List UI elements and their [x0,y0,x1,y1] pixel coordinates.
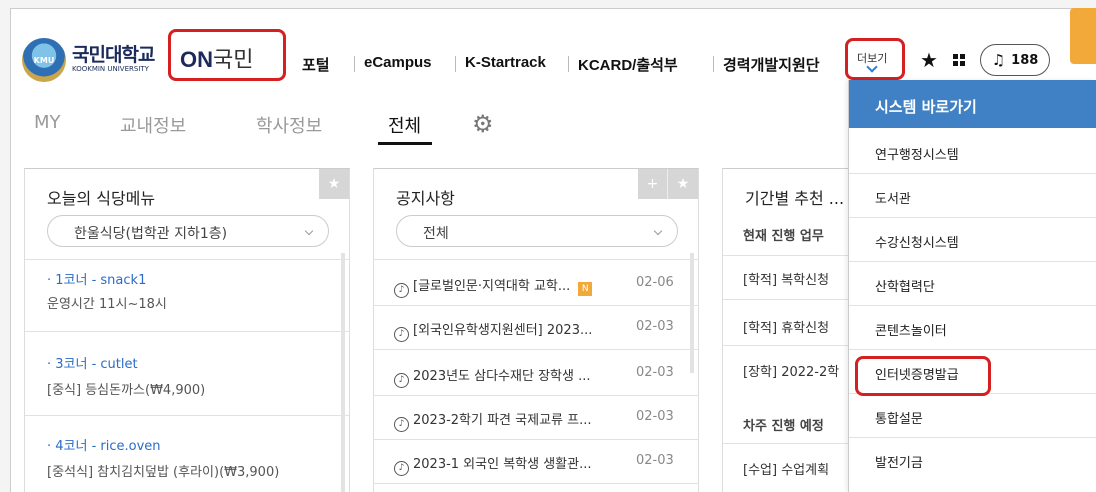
speaker-icon: ♪ [394,327,409,342]
schedule-item[interactable]: [학적] 휴학신청 [743,317,829,336]
notice-date: 02-03 [636,453,674,468]
divider [25,415,349,416]
notice-item[interactable]: ♪ 2023년도 삼다수재단 장학생 ... 02-03 [394,365,674,388]
divider [25,331,349,332]
schedule-next-heading: 차주 진행 예정 [743,419,824,434]
notice-title: [글로벌인문·지역대학 교학... [413,279,571,294]
active-tab-indicator [378,142,432,145]
cafeteria-select[interactable]: 한울식당(법학관 지하1층) [47,215,329,247]
notice-panel: 공지사항 + ★ 전체 ♪ [글로벌인문·지역대학 교학... N 02-06 ♪ [외… [373,168,699,492]
tab-my[interactable]: MY [34,112,61,133]
menu-corner-detail: [중석식] 참치김치덮밥 (후라이)(₩3,900) [47,465,280,480]
notice-title: [외국인유학생지원센터] 2023... [413,323,593,338]
notice-item[interactable]: ♪ 2023-2학기 파견 국제교류 프... 02-03 [394,409,674,432]
logo-korean-name: 국민대학교 [72,44,155,67]
notice-item[interactable]: ♪ 2023-1 외국인 복학생 생활관... 02-03 [394,453,674,476]
notification-button[interactable]: ♫ 188 [980,44,1050,76]
nav-kcard[interactable]: KCARD/출석부 [578,54,678,75]
star-icon[interactable]: ★ [319,169,349,199]
panel-title: 기간별 추천 ... [745,189,845,208]
speaker-icon: ♪ [394,373,409,388]
nav-divider [354,56,355,72]
divider [374,259,698,260]
notice-date: 02-03 [636,409,674,424]
notice-date: 02-03 [636,319,674,334]
tab-all[interactable]: 전체 [388,112,421,138]
schedule-current-heading: 현재 진행 업무 [743,229,824,244]
scrollbar[interactable] [341,253,345,492]
notice-date: 02-06 [636,275,674,290]
notice-title: 2023년도 삼다수재단 장학생 ... [413,369,591,384]
dropdown-item-research[interactable]: 연구행정시스템 [849,130,1096,174]
dropdown-item-course-registration[interactable]: 수강신청시스템 [849,218,1096,262]
divider [374,439,698,440]
menu-corner-title[interactable]: · 3코너 - cutlet [47,353,138,372]
nav-divider [455,56,456,72]
nav-divider [713,56,714,72]
new-badge: N [578,282,593,296]
add-icon[interactable]: + [638,169,668,199]
system-shortcut-dropdown: 시스템 바로가기 연구행정시스템 도서관 수강신청시스템 산학협력단 콘텐츠놀이… [848,80,1096,492]
dropdown-item-library[interactable]: 도서관 [849,174,1096,218]
menu-corner-title[interactable]: · 1코너 - snack1 [47,269,146,288]
nav-kstartrack[interactable]: K-Startrack [465,54,546,71]
dropdown-item-industry-cooperation[interactable]: 산학협력단 [849,262,1096,306]
menu-corner-title[interactable]: · 4코너 - rice.oven [47,435,161,454]
dropdown-header: 시스템 바로가기 [849,80,1096,128]
notice-item[interactable]: ♪ [글로벌인문·지역대학 교학... N 02-06 [394,275,674,298]
logo-emblem: KMU [22,38,66,82]
scrollbar[interactable] [690,253,694,373]
chevron-down-icon [304,226,314,236]
more-highlight-box [845,38,905,80]
nav-divider [568,56,569,72]
nav-career-center[interactable]: 경력개발지원단 [723,54,820,75]
logo-english-name: KOOKMIN UNIVERSITY [72,65,149,74]
divider [25,259,349,260]
divider [374,305,698,306]
notice-item[interactable]: ♪ [외국인유학생지원센터] 2023... 02-03 [394,319,674,342]
menu-corner-detail: [중식] 등심돈까스(₩4,900) [47,383,206,398]
tab-academic-info[interactable]: 학사정보 [256,112,322,138]
divider [374,483,698,484]
certificate-highlight-box [855,356,991,396]
dropdown-item-development-fund[interactable]: 발전기금 [849,438,1096,482]
bell-icon: ♫ [991,51,1006,69]
schedule-item[interactable]: [수업] 수업계획 [743,459,829,478]
speaker-icon: ♪ [394,417,409,432]
logo-emblem-text: KMU [33,55,55,65]
divider [374,395,698,396]
speaker-icon: ♪ [394,461,409,476]
star-icon[interactable]: ★ [920,48,938,72]
panel-title: 공지사항 [396,189,455,208]
speaker-icon: ♪ [394,283,409,298]
gear-icon[interactable]: ⚙ [472,110,494,138]
tab-campus-info[interactable]: 교내정보 [120,112,186,138]
notice-title: 2023-1 외국인 복학생 생활관... [413,457,592,472]
menu-corner-detail: 운영시간 11시~18시 [47,297,167,312]
notice-title: 2023-2학기 파견 국제교류 프... [413,413,592,428]
chevron-down-icon [653,226,663,236]
star-icon[interactable]: ★ [668,169,698,199]
nav-portal[interactable]: 포털 [302,54,330,75]
panel-title: 오늘의 식당메뉴 [47,189,156,208]
cafeteria-panel: 오늘의 식당메뉴 ★ 한울식당(법학관 지하1층) · 1코너 - snack1… [24,168,350,492]
notice-filter-select[interactable]: 전체 [396,215,678,247]
screenshot-frame: KMU 국민대학교 KOOKMIN UNIVERSITY ON국민 포털 eCa… [0,0,1096,492]
divider [374,349,698,350]
select-value: 전체 [423,226,449,242]
grid-icon[interactable] [953,54,965,66]
dropdown-item-content-playground[interactable]: 콘텐츠놀이터 [849,306,1096,350]
nav-ecampus[interactable]: eCampus [364,54,432,71]
select-value: 한울식당(법학관 지하1층) [74,226,228,242]
notice-date: 02-03 [636,365,674,380]
schedule-item[interactable]: [장학] 2022-2학 [743,361,839,380]
dropdown-item-survey[interactable]: 통합설문 [849,394,1096,438]
notification-count: 188 [1011,52,1039,68]
side-tab[interactable] [1070,8,1096,64]
schedule-item[interactable]: [학적] 복학신청 [743,269,829,288]
brand-highlight-box [168,29,286,81]
university-logo[interactable]: KMU 국민대학교 KOOKMIN UNIVERSITY [22,38,155,82]
